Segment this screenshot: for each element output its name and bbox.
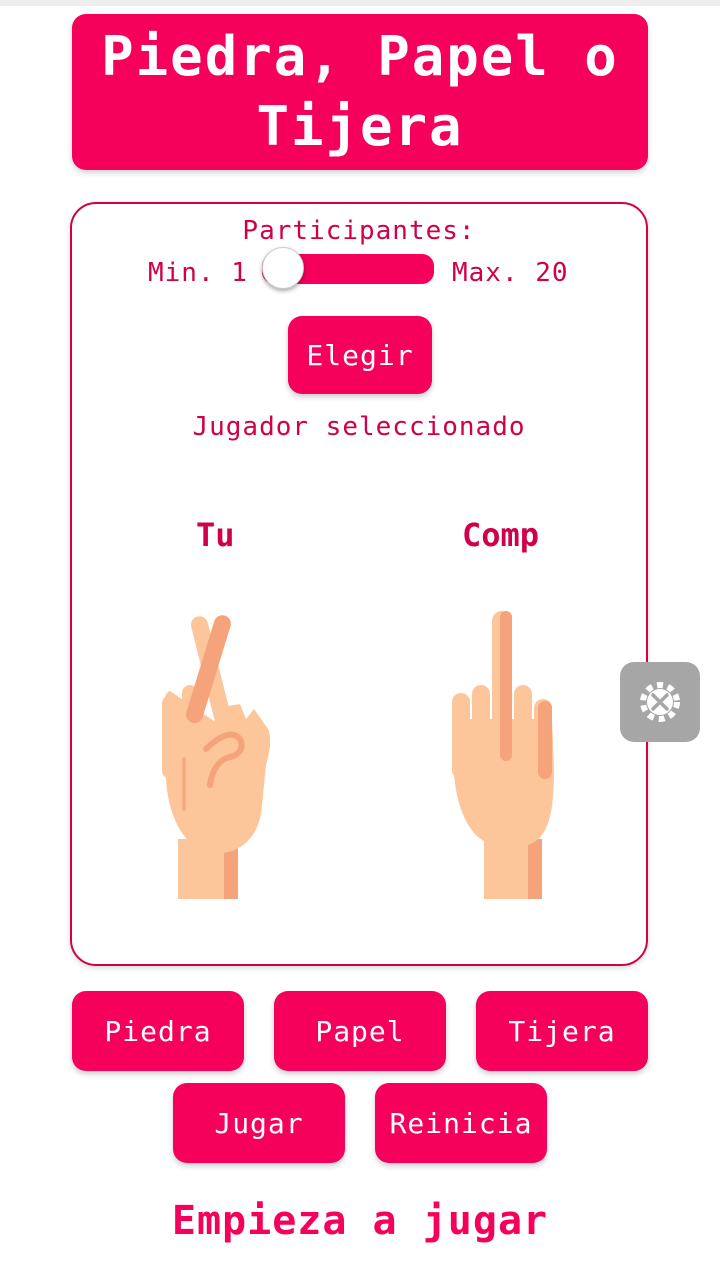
play-button[interactable]: Jugar: [173, 1083, 345, 1163]
reset-button[interactable]: Reinicia: [375, 1083, 547, 1163]
title-banner: Piedra, Papel o Tijera: [72, 14, 648, 170]
app-title: Piedra, Papel o Tijera: [101, 25, 619, 158]
rock-button[interactable]: Piedra: [72, 991, 244, 1071]
settings-tools-button[interactable]: [620, 662, 700, 742]
crossed-fingers-hand-icon: [162, 615, 271, 899]
participants-min-label: Min. 1: [148, 258, 248, 288]
scissors-button[interactable]: Tijera: [476, 991, 648, 1071]
game-card: Participantes: Min. 1 Max. 20 Elegir Jug…: [70, 202, 648, 966]
participants-slider-thumb[interactable]: [262, 247, 304, 289]
participants-label: Participantes:: [242, 216, 476, 246]
participants-max-label: Max. 20: [452, 258, 569, 288]
selected-player-text: Jugador seleccionado: [192, 412, 526, 442]
game-status-text: Empieza a jugar: [171, 1198, 549, 1244]
computer-label: Comp: [462, 516, 540, 554]
settings-tools-icon: [640, 682, 680, 722]
status-bar-strip: [0, 0, 720, 6]
you-label: Tu: [196, 516, 235, 554]
choose-player-button[interactable]: Elegir: [288, 316, 432, 394]
paper-button[interactable]: Papel: [274, 991, 446, 1071]
middle-finger-hand-icon: [452, 611, 554, 899]
